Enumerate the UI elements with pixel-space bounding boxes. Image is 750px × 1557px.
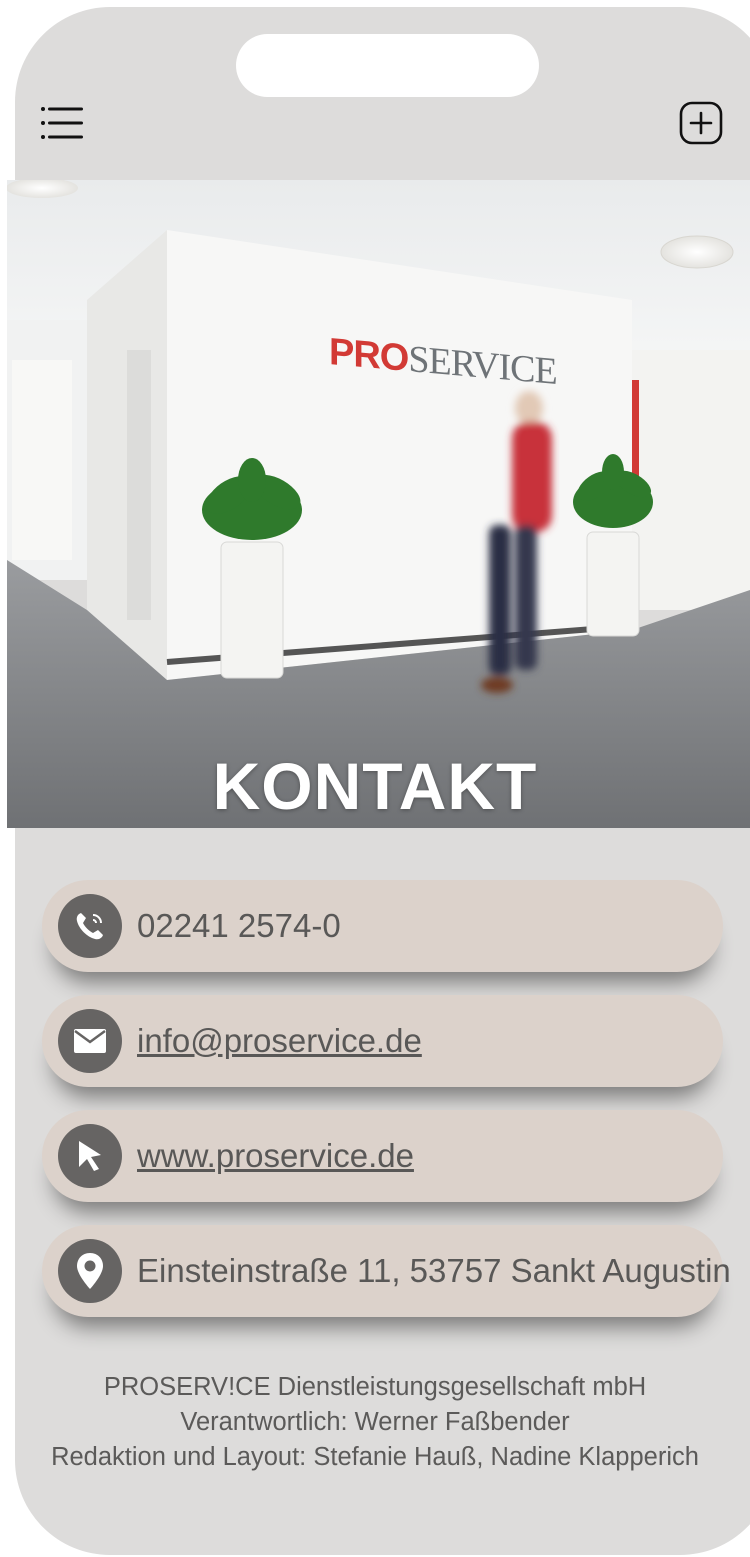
email-link[interactable]: info@proservice.de [137, 995, 422, 1087]
wall-sign-pro: PRO [329, 331, 409, 380]
imprint-footer: PROSERV!CE Dienstleistungsgesellschaft m… [0, 1370, 750, 1475]
cursor-arrow-icon [79, 1141, 101, 1171]
editorial-credits: Redaktion und Layout: Stefanie Hauß, Nad… [51, 1443, 699, 1471]
envelope-icon [74, 1029, 106, 1053]
responsible-person: Verantwortlich: Werner Faßbender [180, 1408, 570, 1436]
menu-list-icon [41, 107, 83, 139]
address-text: Einsteinstraße 11, 53757 Sankt Augustin [137, 1252, 731, 1289]
web-icon-badge [58, 1124, 122, 1188]
hero-image: PROSERVICE [7, 180, 750, 828]
page-title: KONTAKT [212, 749, 538, 823]
website-link[interactable]: www.proservice.de [137, 1110, 414, 1202]
phone-icon-badge [58, 894, 122, 958]
add-button[interactable] [679, 101, 723, 145]
address-icon-badge [58, 1239, 122, 1303]
website-row: www.proservice.de [42, 1110, 723, 1202]
phone-row[interactable]: 02241 2574-0 [42, 880, 723, 972]
email-icon-badge [58, 1009, 122, 1073]
phone-icon [76, 913, 103, 940]
top-bar [15, 7, 750, 165]
email-row: info@proservice.de [42, 995, 723, 1087]
company-name: PROSERV!CE Dienstleistungsgesellschaft m… [103, 1373, 647, 1401]
address-row[interactable]: Einsteinstraße 11, 53757 Sankt Augustin [42, 1225, 731, 1317]
phone-number: 02241 2574-0 [137, 907, 341, 944]
plus-square-icon [679, 101, 723, 145]
menu-button[interactable] [40, 104, 84, 142]
map-pin-icon [77, 1253, 103, 1289]
